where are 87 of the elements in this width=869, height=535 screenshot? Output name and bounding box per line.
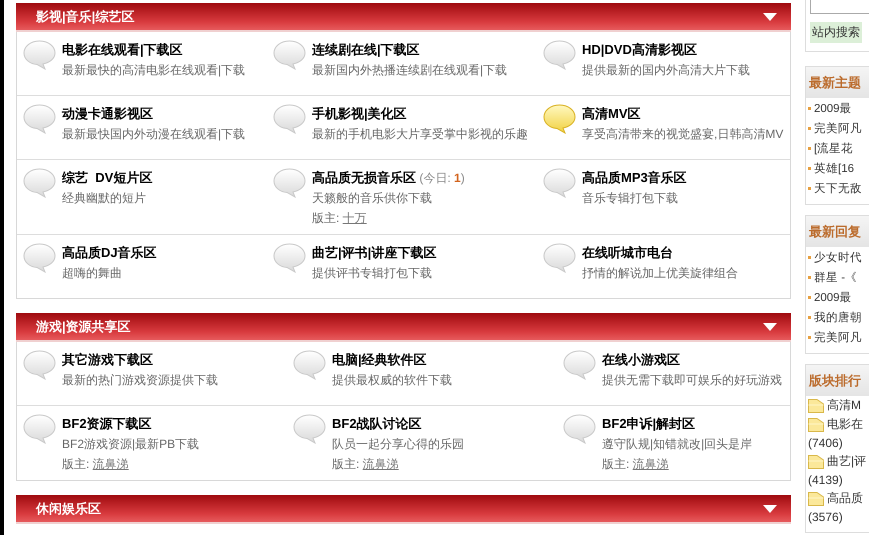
forum-link[interactable]: 手机影视|美化区 xyxy=(312,106,407,121)
bullet-icon xyxy=(808,146,811,150)
moderator-label: 版主: xyxy=(332,457,360,471)
forum-description: 经典幽默的短片 xyxy=(62,190,147,207)
forum-description: 提供无需下载即可娱乐的好玩游戏 xyxy=(602,372,782,389)
forum-description: 提供最新的国内外高清大片下载 xyxy=(582,62,750,79)
forum-description: 最新国内外热播连续剧在线观看|下载 xyxy=(312,62,508,79)
forum-description: 抒情的解说加上优美旋律组合 xyxy=(582,265,738,282)
folder-icon xyxy=(808,454,824,468)
forum-description: 最新的热门游戏资源提供下载 xyxy=(62,372,218,389)
forum-description: 最新最快国内外动漫在线观看|下载 xyxy=(62,126,246,143)
post-count: (3576) xyxy=(808,509,844,526)
board-link[interactable]: 高品质 xyxy=(827,490,863,507)
bullet-icon xyxy=(808,256,811,258)
forum-link[interactable]: 电影在线观看|下载区 xyxy=(62,42,183,57)
panel-title: 最新主题 xyxy=(809,74,861,92)
forum-link[interactable]: 曲艺|评书|讲座下载区 xyxy=(312,245,436,260)
collapse-icon[interactable] xyxy=(763,504,777,512)
bullet-icon xyxy=(808,126,811,130)
moderator-label: 版主: xyxy=(312,211,340,225)
bullet-icon xyxy=(808,106,811,110)
moderator-link[interactable]: 流鼻涕 xyxy=(92,457,129,471)
bullet-icon xyxy=(808,186,811,190)
topic-link[interactable]: 天下无敌 xyxy=(814,180,862,196)
forum-description: BF2游戏资源|最新PB下载 xyxy=(62,436,200,453)
forum-description: 天籁般的音乐供你下载 xyxy=(312,190,433,207)
panel-title: 最新回复 xyxy=(809,222,861,240)
post-count: (4139) xyxy=(808,472,844,489)
topic-link[interactable]: 2009最 xyxy=(814,290,852,304)
forum-link[interactable]: 在线听城市电台 xyxy=(582,245,673,260)
forum-link[interactable]: 其它游戏下载区 xyxy=(62,352,153,367)
forum-link[interactable]: 综艺 DV短片区 xyxy=(62,170,152,185)
folder-icon xyxy=(808,418,824,432)
bullet-icon xyxy=(808,296,811,298)
moderator-label: 版主: xyxy=(602,457,630,471)
today-count: (今日: 1) xyxy=(418,171,465,185)
moderator-link[interactable]: 十万 xyxy=(342,211,367,225)
topic-link[interactable]: 完美阿凡 xyxy=(814,330,862,344)
topic-link[interactable]: 2009最 xyxy=(814,100,852,116)
bullet-icon xyxy=(808,166,811,170)
board-link[interactable]: 曲艺|评 xyxy=(827,453,866,470)
forum-description: 提供最权威的软件下载 xyxy=(332,372,452,389)
section-title: 影视|音乐|综艺区 xyxy=(36,8,134,26)
forum-link[interactable]: BF2战队讨论区 xyxy=(332,416,422,431)
collapse-icon[interactable] xyxy=(763,322,777,330)
search-button[interactable]: 站内搜索 xyxy=(810,22,862,43)
forum-link[interactable]: 动漫卡通影视区 xyxy=(62,106,153,121)
forum-link[interactable]: 高清MV区 xyxy=(582,106,640,121)
search-field[interactable] xyxy=(810,0,869,14)
forum-link[interactable]: 电脑|经典软件区 xyxy=(332,352,427,367)
forum-link[interactable]: 高品质DJ音乐区 xyxy=(62,245,157,260)
moderator-label: 版主: xyxy=(62,457,90,471)
section-title: 休闲娱乐区 xyxy=(36,500,101,518)
topic-link[interactable]: 少女时代 xyxy=(814,250,862,264)
folder-icon xyxy=(808,492,824,506)
forum-description: 队员一起分享心得的乐园 xyxy=(332,436,464,453)
forum-link[interactable]: 高品质MP3音乐区 xyxy=(582,170,687,185)
moderator-link[interactable]: 流鼻涕 xyxy=(632,457,669,471)
bullet-icon xyxy=(808,276,811,278)
panel-title: 版块排行 xyxy=(809,372,861,390)
forum-description: 最新最快的高清电影在线观看|下载 xyxy=(62,62,246,79)
topic-link[interactable]: [流星花 xyxy=(814,140,854,156)
forum-link[interactable]: 连续剧在线|下载区 xyxy=(312,42,420,57)
board-link[interactable]: 高清M xyxy=(827,397,861,414)
topic-link[interactable]: 群星 -《 xyxy=(814,270,858,284)
topic-link[interactable]: 我的唐朝 xyxy=(814,310,862,324)
moderator-link[interactable]: 流鼻涕 xyxy=(362,457,399,471)
bullet-icon xyxy=(808,336,811,338)
forum-description: 享受高清带来的视觉盛宴,日韩高清MV xyxy=(582,126,784,143)
bullet-icon xyxy=(808,316,811,318)
forum-link[interactable]: HD|DVD高清影视区 xyxy=(582,42,697,57)
forum-link[interactable]: 高品质无损音乐区 xyxy=(312,170,416,185)
folder-icon xyxy=(808,398,824,412)
post-count: (7406) xyxy=(808,435,844,452)
topic-link[interactable]: 完美阿凡 xyxy=(814,120,862,136)
forum-link[interactable]: BF2申诉|解封区 xyxy=(602,416,696,431)
forum-description: 遵守队规|知错就改|回头是岸 xyxy=(602,436,752,453)
forum-description: 超嗨的舞曲 xyxy=(62,265,123,282)
collapse-icon[interactable] xyxy=(763,12,777,20)
forum-link[interactable]: 在线小游戏区 xyxy=(602,352,680,367)
forum-description: 提供评书专辑打包下载 xyxy=(312,265,433,282)
topic-link[interactable]: 英雄[16 xyxy=(814,160,854,176)
section-title: 游戏|资源共享区 xyxy=(36,318,131,336)
forum-description: 音乐专辑打包下载 xyxy=(582,190,679,207)
board-link[interactable]: 电影在 xyxy=(827,416,863,433)
forum-link[interactable]: BF2资源下载区 xyxy=(62,416,152,431)
forum-description: 最新的手机电影大片享受掌中影视的乐趣 xyxy=(312,126,528,143)
